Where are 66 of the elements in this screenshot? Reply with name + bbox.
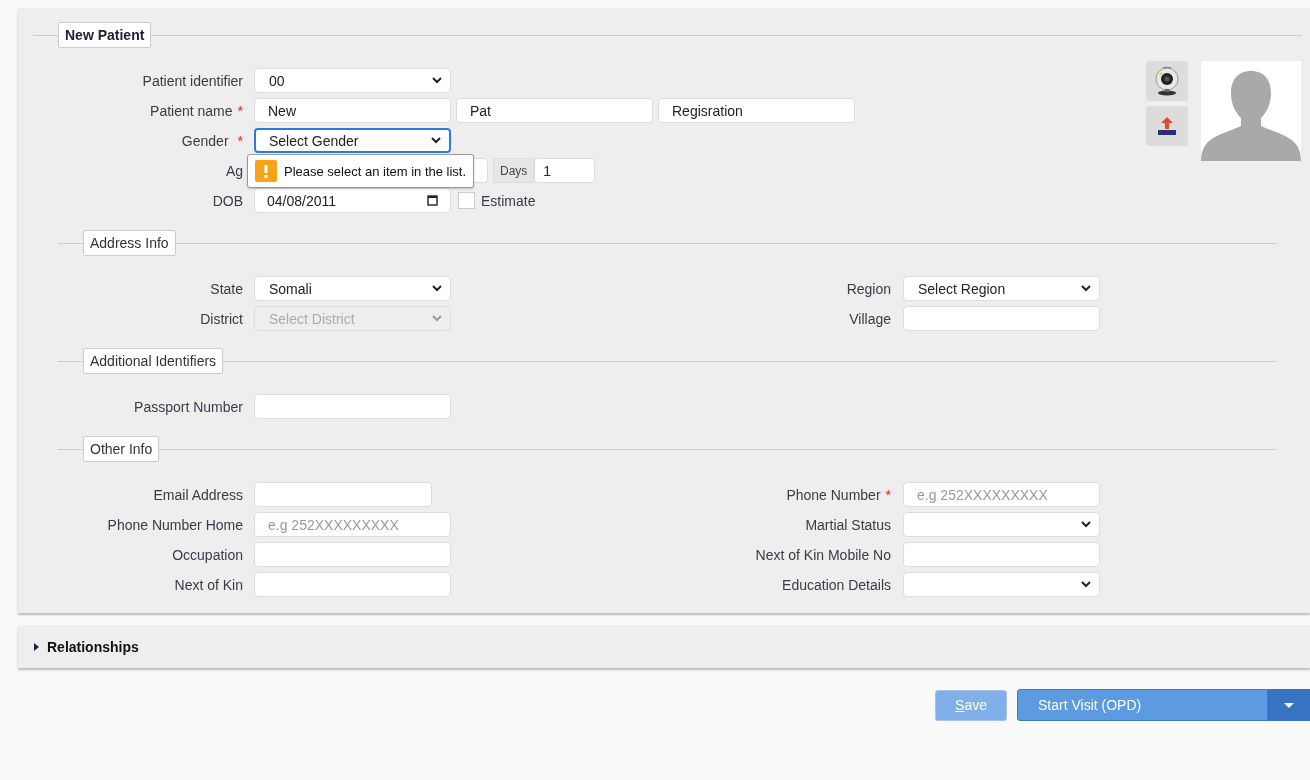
- section-legend: Address Info: [83, 230, 176, 256]
- dropdown-toggle-button[interactable]: [1268, 689, 1310, 721]
- chevron-down-icon: [432, 77, 442, 84]
- chevron-down-icon: [1081, 285, 1091, 292]
- checkbox-label: Estimate: [481, 192, 536, 209]
- upload-icon: [1157, 116, 1177, 136]
- dropdown[interactable]: Select Region: [903, 276, 1100, 301]
- input-field[interactable]: Pat: [456, 98, 653, 123]
- chevron-down-icon: [432, 285, 442, 292]
- unit-label: Days: [493, 158, 535, 183]
- webcam-button[interactable]: [1146, 61, 1188, 101]
- input-field[interactable]: [254, 394, 451, 419]
- input-field[interactable]: [903, 306, 1100, 331]
- field-label: Occupation: [172, 546, 243, 563]
- dropdown[interactable]: [903, 512, 1100, 537]
- section-title: Relationships: [47, 638, 139, 655]
- field-label: DOB: [212, 192, 243, 209]
- caret-right-icon: [34, 642, 39, 651]
- field-label: Passport Number: [134, 398, 243, 415]
- field-label: Patient name: [150, 102, 233, 119]
- section-legend: Other Info: [83, 436, 160, 462]
- required-asterisk: *: [237, 132, 243, 149]
- chevron-down-icon: [1081, 521, 1091, 528]
- field-label: Phone Number: [786, 486, 881, 503]
- required-asterisk: *: [885, 486, 891, 503]
- warning-icon: [255, 160, 277, 182]
- section-legend: Additional Identifiers: [83, 348, 224, 374]
- input-field[interactable]: Regisration: [658, 98, 855, 123]
- dropdown[interactable]: 00: [254, 68, 451, 93]
- tooltip-text: Please select an item in the list.: [284, 163, 467, 179]
- field-label: Patient identifier: [142, 72, 243, 89]
- field-label: Next of Kin: [174, 576, 243, 593]
- input-field[interactable]: [254, 542, 451, 567]
- upload-button[interactable]: [1146, 106, 1188, 146]
- input-field[interactable]: [254, 482, 432, 507]
- input-field[interactable]: e.g 252XXXXXXXXX: [254, 512, 451, 537]
- field-label: State: [210, 280, 243, 297]
- field-label: Village: [849, 310, 891, 327]
- field-label: Martial Status: [805, 516, 891, 533]
- relationships-bar[interactable]: Relationships: [18, 625, 1310, 668]
- field-label: Email Address: [153, 486, 243, 503]
- field-label: Education Details: [782, 576, 891, 593]
- field-label: Region: [846, 280, 891, 297]
- chevron-down-icon: [432, 315, 442, 322]
- chevron-down-icon: [1081, 581, 1091, 588]
- chevron-down-icon: [431, 137, 441, 144]
- input-field[interactable]: e.g 252XXXXXXXXX: [903, 482, 1100, 507]
- dropdown[interactable]: Somali: [254, 276, 451, 301]
- field-label: Phone Number Home: [107, 516, 243, 533]
- field-label: Next of Kin Mobile No: [755, 546, 891, 563]
- webcam-icon: [1153, 66, 1181, 96]
- date-field[interactable]: 04/08/2011: [254, 188, 451, 213]
- dropdown[interactable]: Select Gender: [254, 128, 451, 153]
- checkbox[interactable]: [458, 192, 475, 209]
- field-label: Gender: [181, 132, 229, 149]
- dropdown[interactable]: [903, 572, 1100, 597]
- field-label: Ag: [225, 162, 243, 179]
- caret-down-icon: [1284, 702, 1294, 708]
- input-field[interactable]: [903, 542, 1100, 567]
- field-label: District: [200, 310, 243, 327]
- required-asterisk: *: [237, 102, 243, 119]
- input-field[interactable]: New: [254, 98, 451, 123]
- section-legend: New Patient: [58, 22, 152, 48]
- input-field[interactable]: 1: [534, 158, 596, 183]
- input-field[interactable]: [254, 572, 451, 597]
- calendar-icon: [427, 195, 438, 206]
